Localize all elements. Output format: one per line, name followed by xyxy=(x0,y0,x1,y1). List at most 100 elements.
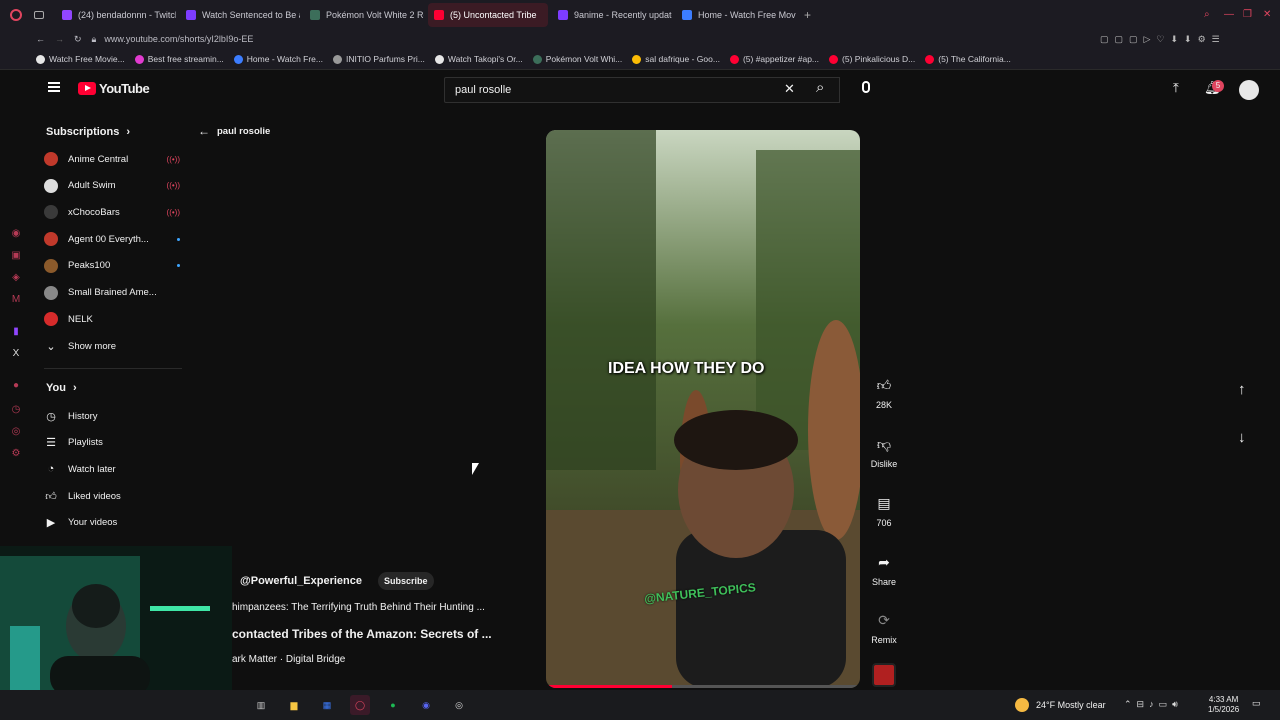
channel-avatar[interactable] xyxy=(872,663,896,687)
dislike-button[interactable]: 👎︎ Dislike xyxy=(864,435,904,469)
subscription-item[interactable]: Small Brained Ame... xyxy=(44,284,180,302)
youtube-play-icon xyxy=(78,82,96,95)
task-view-icon[interactable]: ▥ xyxy=(251,695,271,715)
tab-list-icon[interactable] xyxy=(34,10,44,19)
back-icon[interactable]: ← xyxy=(36,34,45,44)
audio-track[interactable]: ark Matter · Digital Bridge xyxy=(232,654,512,665)
subscriptions-heading[interactable]: Subscriptions › xyxy=(46,126,130,138)
chevron-down-icon: ⌄ xyxy=(46,340,56,353)
youtube-logo[interactable]: YouTube xyxy=(78,81,150,96)
browser-tab[interactable]: Home - Watch Free Movie xyxy=(676,3,796,27)
next-short-icon[interactable]: ↓ xyxy=(1238,429,1246,446)
subscription-item[interactable]: Peaks100 xyxy=(44,257,180,275)
tray-icons[interactable]: ⌃⊟♪▭🔊︎ xyxy=(1124,699,1183,710)
weather-text[interactable]: 24°F Mostly clear xyxy=(1036,700,1106,710)
previous-short-icon[interactable]: ↑ xyxy=(1238,381,1246,398)
you-item[interactable]: 👍︎ Liked videos xyxy=(44,487,180,505)
guide-menu-icon[interactable] xyxy=(48,82,60,92)
reload-icon[interactable]: ↻ xyxy=(74,34,82,45)
close-window-button[interactable]: ✕ xyxy=(1263,9,1271,20)
you-item[interactable]: ◷ History xyxy=(44,407,180,425)
browser-tab[interactable]: Watch Sentenced to Be a xyxy=(180,3,300,27)
subscribe-button[interactable]: Subscribe xyxy=(378,572,434,590)
search-icon[interactable]: ⌕ xyxy=(816,79,824,96)
sidebar-x-icon[interactable]: X xyxy=(10,348,22,360)
watch-later-icon: ◔ xyxy=(47,463,55,476)
bookmark-item[interactable]: Watch Takopi's Or... xyxy=(434,54,523,64)
browser-tab[interactable]: (5) Uncontacted Tribe xyxy=(428,2,548,27)
remix-button[interactable]: ⟳ Remix xyxy=(864,611,904,645)
divider xyxy=(44,368,182,369)
avatar[interactable] xyxy=(1239,80,1259,100)
search-back-link[interactable]: ← paul rosolie xyxy=(198,124,270,138)
forward-icon[interactable]: → xyxy=(55,34,64,44)
bookmark-item[interactable]: INITIO Parfums Pri... xyxy=(333,54,425,64)
store-icon[interactable]: ▦ xyxy=(317,695,337,715)
subscription-item[interactable]: xChocoBars ((•)) xyxy=(44,203,180,221)
search-input[interactable]: paul rosolle xyxy=(444,77,840,103)
discord-icon[interactable]: ◉ xyxy=(416,695,436,715)
share-button[interactable]: ➦ Share xyxy=(864,553,904,587)
bookmark-item[interactable]: Pokémon Volt Whi... xyxy=(532,54,622,64)
bookmark-item[interactable]: (5) The California... xyxy=(925,54,1011,64)
new-tab-button[interactable]: + xyxy=(804,8,811,22)
thumbs-up-icon: 👍︎ xyxy=(876,377,892,393)
bookmark-item[interactable]: (5) #appetizer #ap... xyxy=(729,54,819,64)
subscription-item[interactable]: Agent 00 Everyth... xyxy=(44,230,180,248)
sidebar-history-icon[interactable]: ◷ xyxy=(10,404,22,416)
sidebar-mail-icon[interactable]: M xyxy=(10,294,22,306)
minimize-button[interactable]: — xyxy=(1224,9,1234,20)
clear-search-icon[interactable]: ✕ xyxy=(784,81,795,97)
you-item[interactable]: ☰ Playlists xyxy=(44,434,180,452)
tab-favicon-icon xyxy=(682,9,692,20)
clock[interactable]: 4:33 AM 1/5/2026 xyxy=(1208,695,1239,715)
spotify-icon[interactable]: ● xyxy=(383,695,403,715)
opera-taskbar-icon[interactable]: ◯ xyxy=(350,695,370,715)
sidebar-instagram-icon[interactable]: ▣ xyxy=(10,250,22,262)
browser-tab[interactable]: Pokémon Volt White 2 Re xyxy=(304,3,424,27)
you-item[interactable]: ◔ Watch later xyxy=(44,460,180,478)
channel-handle[interactable]: @Powerful_Experience xyxy=(240,575,362,587)
bookmark-item[interactable]: Watch Free Movie... xyxy=(36,54,125,64)
progress-bar[interactable] xyxy=(546,685,860,688)
subscription-item[interactable]: Anime Central ((•)) xyxy=(44,150,180,168)
video-title[interactable]: contacted Tribes of the Amazon: Secrets … xyxy=(232,627,512,641)
bookmark-item[interactable]: sal dafrique - Goo... xyxy=(632,54,720,64)
browser-tab[interactable]: 9anime - Recently update xyxy=(552,3,672,27)
taskbar: ▥ ▆ ▦ ◯ ● ◉ ◎ 24°F Mostly clear ⌃⊟♪▭🔊︎ 4… xyxy=(0,690,1280,720)
like-button[interactable]: 👍︎ 28K xyxy=(864,376,904,410)
you-heading[interactable]: You › xyxy=(46,382,77,394)
show-more-button[interactable]: ⌄ Show more xyxy=(44,337,180,355)
sidebar-messenger-icon[interactable]: ◉ xyxy=(10,228,22,240)
obs-icon[interactable]: ◎ xyxy=(449,695,469,715)
search-tabs-icon[interactable]: ⌕ xyxy=(1204,9,1210,20)
url-field[interactable]: www.youtube.com/shorts/yI2lbI9o-EE xyxy=(104,34,253,44)
upload-icon[interactable]: ⤒ xyxy=(1173,80,1179,96)
live-icon: ((•)) xyxy=(166,207,180,217)
sidebar-twitch-icon[interactable]: ▮ xyxy=(10,326,22,338)
channel-avatar xyxy=(44,312,58,327)
bookmark-item[interactable]: (5) Pinkalicious D... xyxy=(829,54,915,64)
you-item[interactable]: ▶ Your videos xyxy=(44,514,180,532)
short-video-player[interactable]: IDEA HOW THEY DO @NATURE_TOPICS xyxy=(546,130,860,688)
start-icon[interactable] xyxy=(4,695,24,715)
file-explorer-icon[interactable]: ▆ xyxy=(284,695,304,715)
bookmark-item[interactable]: Best free streamin... xyxy=(134,54,224,64)
subscription-item[interactable]: NELK xyxy=(44,310,180,328)
bookmark-item[interactable]: Home - Watch Fre... xyxy=(233,54,323,64)
sidebar-pinboard-icon[interactable]: ◎ xyxy=(10,426,22,438)
sidebar-app-icon[interactable]: ◈ xyxy=(10,272,22,284)
search-taskbar-icon[interactable] xyxy=(218,695,238,715)
browser-tab[interactable]: (24) bendadonnn - Twitch xyxy=(56,3,176,27)
notification-center-icon[interactable]: ▭ xyxy=(1252,698,1261,709)
maximize-button[interactable]: ❐ xyxy=(1243,9,1252,20)
guide-sidebar: Subscriptions › Anime Central ((•)) Adult … xyxy=(32,118,184,548)
opera-menu-icon[interactable] xyxy=(10,8,22,21)
voice-search-icon[interactable] xyxy=(862,81,870,93)
comments-button[interactable]: ▤ 706 xyxy=(864,494,904,528)
sidebar-settings-icon[interactable]: ⚙ xyxy=(10,448,22,460)
tab-favicon-icon xyxy=(434,9,444,20)
bookmark-favicon-icon xyxy=(36,54,45,64)
subscription-item[interactable]: Adult Swim ((•)) xyxy=(44,177,180,195)
sidebar-spotify-icon[interactable]: ● xyxy=(10,380,22,392)
